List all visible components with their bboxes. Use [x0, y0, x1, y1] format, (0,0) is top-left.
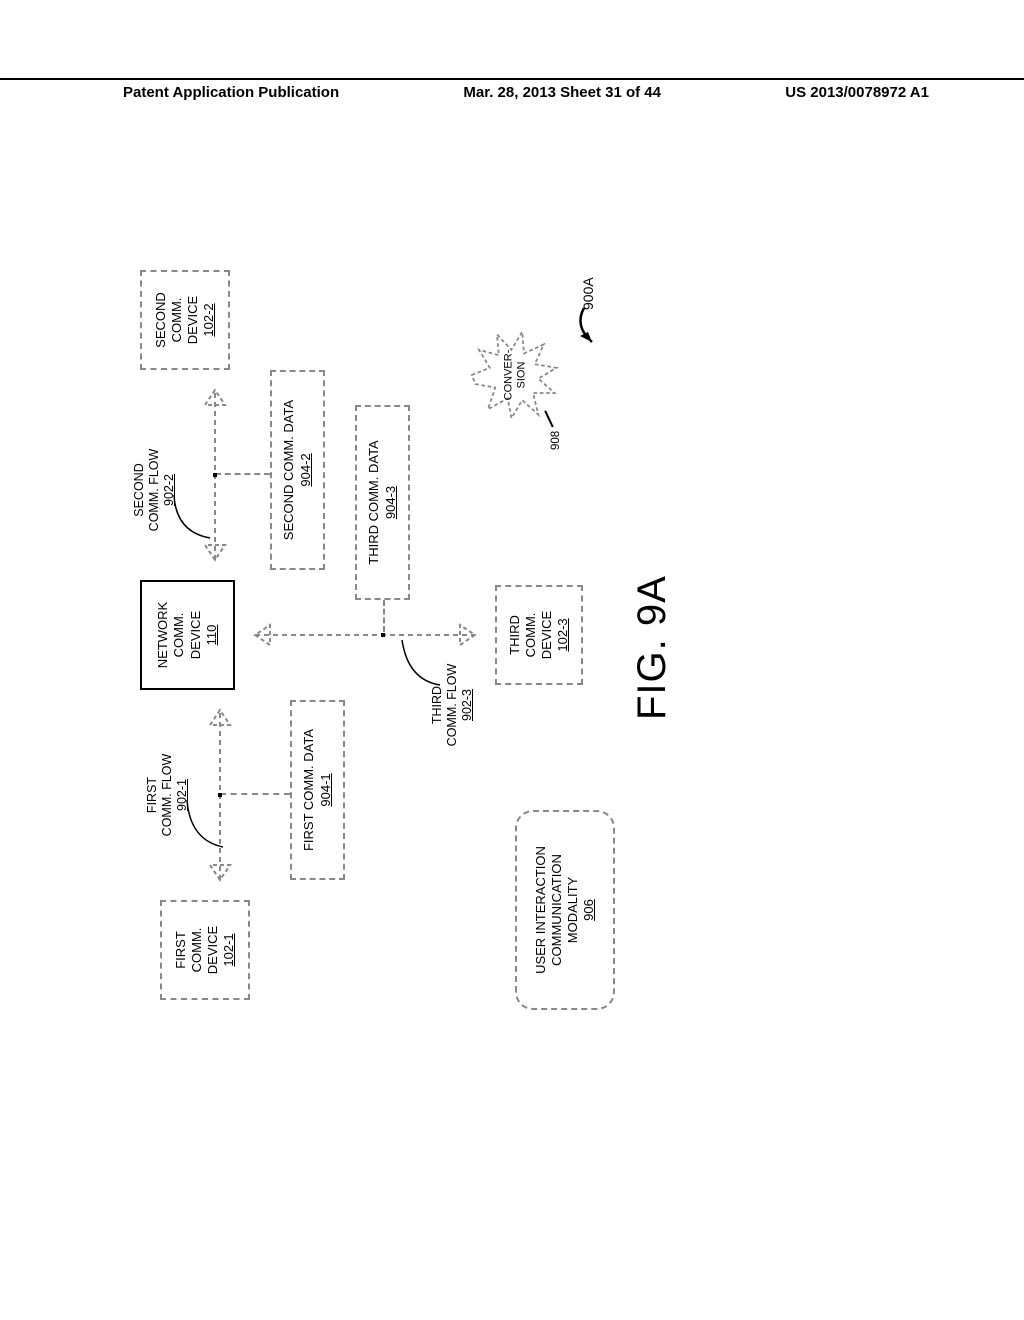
- text: SECOND: [153, 292, 169, 348]
- text: COMM.: [189, 928, 205, 973]
- text: COMM. FLOW: [160, 754, 174, 837]
- dot-icon: [213, 473, 217, 477]
- text: COMMUNICATION: [549, 854, 565, 966]
- ref: 908: [550, 431, 562, 450]
- text: DEVICE: [188, 611, 204, 659]
- first-data-connector: [220, 793, 290, 795]
- text: SECOND: [132, 463, 146, 516]
- third-data-connector: [383, 600, 385, 632]
- figure-ref-arrow-icon: [570, 305, 600, 350]
- text: COMM. FLOW: [147, 449, 161, 532]
- second-comm-data-box: SECOND COMM. DATA 904-2: [270, 370, 325, 570]
- ref: 102-2: [201, 303, 217, 336]
- user-interaction-modality-box: USER INTERACTION COMMUNICATION MODALITY …: [515, 810, 615, 1010]
- text: COMM. FLOW: [445, 664, 459, 747]
- text: NETWORK: [155, 602, 171, 668]
- text: CONVER-: [502, 350, 514, 401]
- ref: 110: [204, 625, 220, 646]
- ref: 102-1: [221, 933, 237, 966]
- text: FIG. 9A: [630, 575, 674, 720]
- dot-icon: [218, 793, 222, 797]
- text: SECOND COMM. DATA: [281, 400, 297, 540]
- ref: 902-3: [460, 689, 474, 721]
- ref: 102-3: [555, 618, 571, 651]
- second-flow-label: SECOND COMM. FLOW 902-2: [132, 430, 177, 550]
- third-flow-arrow: [235, 615, 495, 655]
- first-flow-label: FIRST COMM. FLOW 902-1: [145, 735, 190, 855]
- starburst-ref-label: 908: [550, 431, 564, 450]
- text: COMM.: [523, 613, 539, 658]
- third-comm-device-box: THIRD COMM. DEVICE 102-3: [495, 585, 583, 685]
- ref: 906: [581, 899, 597, 921]
- text: DEVICE: [185, 296, 201, 344]
- dot-icon: [381, 633, 385, 637]
- network-comm-device-box: NETWORK COMM. DEVICE 110: [140, 580, 235, 690]
- page-header: Patent Application Publication Mar. 28, …: [0, 78, 1024, 101]
- second-data-connector: [215, 473, 270, 475]
- text: COMM.: [171, 613, 187, 658]
- figure-area: FIRST COMM. DEVICE 102-1 NETWORK COMM. D…: [140, 250, 860, 1010]
- figure-rotated-content: FIRST COMM. DEVICE 102-1 NETWORK COMM. D…: [140, 250, 860, 1010]
- header-right: US 2013/0078972 A1: [785, 84, 1024, 101]
- first-comm-device-box: FIRST COMM. DEVICE 102-1: [160, 900, 250, 1000]
- ref: 904-2: [298, 453, 314, 486]
- header-center: Mar. 28, 2013 Sheet 31 of 44: [463, 84, 661, 101]
- text: MODALITY: [565, 877, 581, 943]
- figure-caption: FIG. 9A: [630, 575, 675, 720]
- text: DEVICE: [205, 926, 221, 974]
- text: DEVICE: [539, 611, 555, 659]
- header-left: Patent Application Publication: [0, 84, 339, 101]
- ref: 904-1: [318, 773, 334, 806]
- first-comm-data-box: FIRST COMM. DATA 904-1: [290, 700, 345, 880]
- second-comm-device-box: SECOND COMM. DEVICE 102-2: [140, 270, 230, 370]
- text: FIRST: [173, 931, 189, 969]
- text: SION: [515, 362, 527, 389]
- text: THIRD COMM. DATA: [366, 440, 382, 564]
- text: FIRST: [145, 777, 159, 813]
- text: THIRD: [507, 615, 523, 655]
- third-comm-data-box: THIRD COMM. DATA 904-3: [355, 405, 410, 600]
- text: COMM.: [169, 298, 185, 343]
- ref: 904-3: [383, 486, 399, 519]
- text: THIRD: [430, 686, 444, 724]
- third-flow-leader: [400, 635, 445, 690]
- starburst-text: CONVER- SION: [502, 350, 527, 401]
- conversion-starburst: CONVER- SION: [470, 330, 560, 420]
- text: FIRST COMM. DATA: [301, 729, 317, 851]
- text: USER INTERACTION: [533, 846, 549, 974]
